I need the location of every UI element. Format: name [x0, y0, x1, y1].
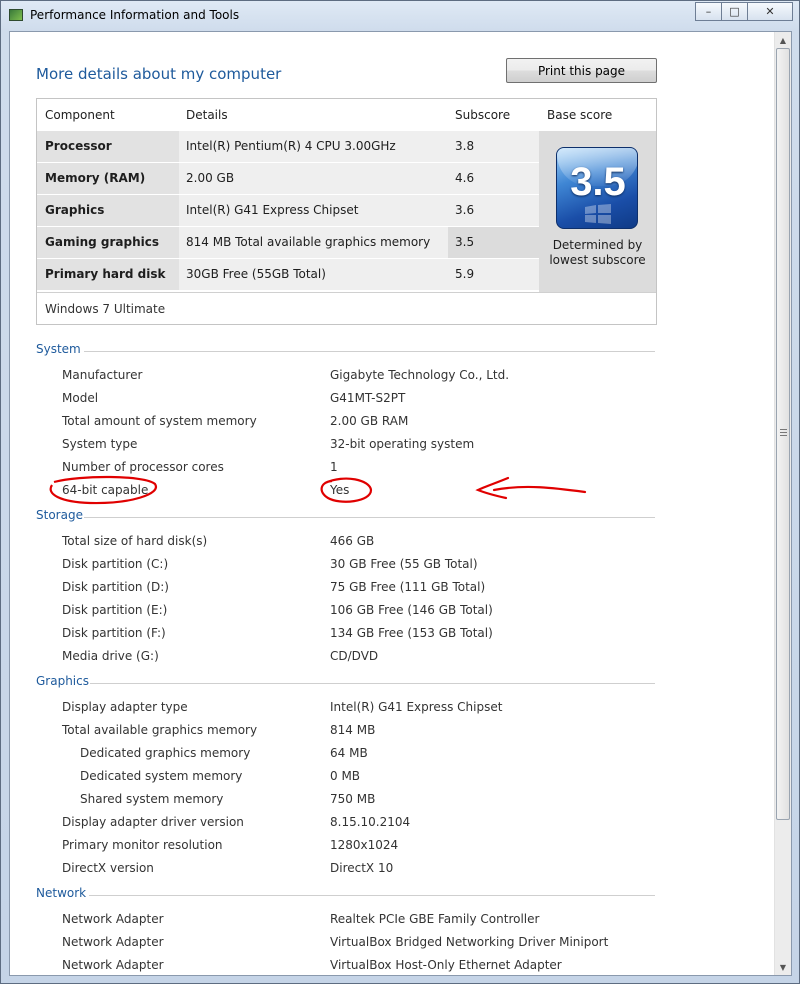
- score-row-gaming-graphics: Gaming graphics 814 MB Total available g…: [37, 227, 540, 259]
- component-name: Primary hard disk: [37, 259, 179, 290]
- system-row: Total amount of system memory 2.00 GB RAM: [62, 414, 409, 428]
- score-table-header: Component Details Subscore Base score: [37, 99, 656, 131]
- component-details: Intel(R) G41 Express Chipset: [179, 195, 448, 226]
- minimize-button[interactable]: –: [695, 2, 722, 21]
- score-row-graphics: Graphics Intel(R) G41 Express Chipset 3.…: [37, 195, 540, 227]
- print-page-button[interactable]: Print this page: [506, 58, 657, 83]
- close-button[interactable]: ✕: [747, 2, 793, 21]
- window-frame: Performance Information and Tools – □ ✕ …: [0, 0, 800, 984]
- component-subscore: 3.8: [448, 131, 539, 162]
- score-row-memory: Memory (RAM) 2.00 GB 4.6: [37, 163, 540, 195]
- component-details: Intel(R) Pentium(R) 4 CPU 3.00GHz: [179, 131, 448, 162]
- graphics-row: Shared system memory 750 MB: [80, 792, 376, 806]
- scrollbar-thumb[interactable]: [776, 48, 790, 820]
- section-system-title: System: [36, 342, 81, 356]
- component-name: Processor: [37, 131, 179, 162]
- base-score-value: 3.5: [570, 160, 626, 204]
- header-details: Details: [186, 108, 228, 122]
- windows-flag-icon: [585, 204, 611, 224]
- storage-row: Media drive (G:) CD/DVD: [62, 649, 379, 663]
- score-row-hard-disk: Primary hard disk 30GB Free (55GB Total)…: [37, 259, 540, 291]
- graphics-row: Display adapter type Intel(R) G41 Express…: [62, 700, 503, 714]
- component-subscore: 3.6: [448, 195, 539, 226]
- section-graphics-title: Graphics: [36, 674, 89, 688]
- maximize-button[interactable]: □: [721, 2, 748, 21]
- maximize-icon: □: [729, 5, 740, 18]
- score-row-processor: Processor Intel(R) Pentium(R) 4 CPU 3.00…: [37, 131, 540, 163]
- storage-row: Disk partition (F:) 134 GB Free (153 GB T…: [62, 626, 493, 640]
- graphics-row: Total available graphics memory 814 MB: [62, 723, 376, 737]
- caption-buttons: – □ ✕: [695, 2, 793, 21]
- base-score-note: Determined by lowest subscore: [549, 238, 646, 267]
- component-subscore: 5.9: [448, 259, 539, 290]
- page-title: More details about my computer: [36, 65, 282, 83]
- system-row: System type 32-bit operating system: [62, 437, 475, 451]
- base-score-badge-icon: 3.5: [556, 147, 638, 229]
- scroll-up-arrow-icon[interactable]: ▲: [775, 32, 791, 48]
- scroll-grip-icon: [780, 429, 787, 436]
- network-row: Network Adapter VirtualBox Host-Only Ethe…: [62, 958, 562, 972]
- network-row: Network Adapter Realtek PCIe GBE Family C…: [62, 912, 540, 926]
- storage-row: Disk partition (D:) 75 GB Free (111 GB To…: [62, 580, 486, 594]
- section-divider: [89, 895, 655, 896]
- system-row: Model G41MT-S2PT: [62, 391, 406, 405]
- component-name: Graphics: [37, 195, 179, 226]
- section-divider: [90, 683, 655, 684]
- window-title: Performance Information and Tools: [30, 8, 240, 22]
- close-icon: ✕: [765, 5, 775, 18]
- section-network-title: Network: [36, 886, 87, 900]
- storage-row: Disk partition (C:) 30 GB Free (55 GB Tot…: [62, 557, 478, 571]
- header-component: Component: [45, 108, 115, 122]
- graphics-row: Dedicated graphics memory 64 MB: [80, 746, 368, 760]
- content-area: More details about my computer Print thi…: [9, 31, 792, 976]
- network-row: Network Adapter VirtualBox Bridged Networ…: [62, 935, 609, 949]
- section-storage-title: Storage: [36, 508, 83, 522]
- component-name: Memory (RAM): [37, 163, 179, 194]
- component-details: 2.00 GB: [179, 163, 448, 194]
- score-table: Component Details Subscore Base score Pr…: [36, 98, 657, 325]
- storage-row: Total size of hard disk(s) 466 GB: [62, 534, 375, 548]
- graphics-row: DirectX version DirectX 10: [62, 861, 394, 875]
- section-divider: [84, 351, 655, 352]
- vertical-scrollbar[interactable]: ▲ ▼: [774, 32, 791, 975]
- component-name: Gaming graphics: [37, 227, 179, 258]
- storage-row: Disk partition (E:) 106 GB Free (146 GB T…: [62, 603, 493, 617]
- component-details: 30GB Free (55GB Total): [179, 259, 448, 290]
- system-row: Number of processor cores 1: [62, 460, 338, 474]
- performance-app-icon: [9, 9, 23, 21]
- header-subscore: Subscore: [455, 108, 511, 122]
- base-score-cell: 3.5 Determined by lowest subscore: [539, 131, 656, 292]
- system-row: Manufacturer Gigabyte Technology Co., Ltd…: [62, 368, 510, 382]
- os-edition: Windows 7 Ultimate: [37, 292, 656, 324]
- graphics-row: Dedicated system memory 0 MB: [80, 769, 361, 783]
- component-details: 814 MB Total available graphics memory: [179, 227, 448, 258]
- component-subscore: 3.5: [448, 227, 539, 258]
- minimize-icon: –: [705, 5, 712, 18]
- title-bar[interactable]: Performance Information and Tools – □ ✕: [1, 1, 800, 31]
- graphics-row: Display adapter driver version 8.15.10.21…: [62, 815, 411, 829]
- graphics-row: Primary monitor resolution 1280x1024: [62, 838, 399, 852]
- scroll-down-arrow-icon[interactable]: ▼: [775, 959, 791, 975]
- section-divider: [84, 517, 655, 518]
- component-subscore: 4.6: [448, 163, 539, 194]
- header-base-score: Base score: [547, 108, 613, 122]
- system-row-64bit: 64-bit capable Yes: [62, 483, 350, 497]
